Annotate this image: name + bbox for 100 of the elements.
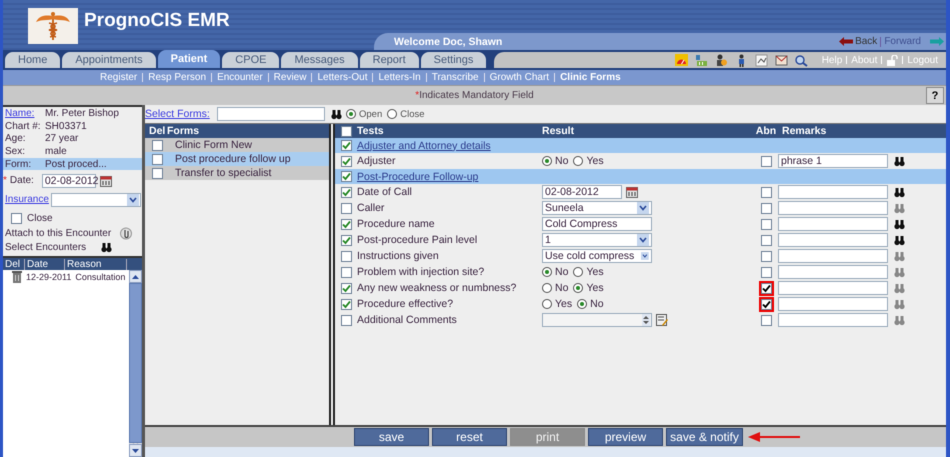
checkbox[interactable] <box>340 218 352 230</box>
binoculars-icon[interactable] <box>894 156 905 166</box>
checkbox[interactable] <box>340 171 352 182</box>
subnav-link[interactable]: Growth Chart <box>490 72 550 83</box>
checkbox[interactable] <box>760 266 772 278</box>
comment-field[interactable] <box>542 313 652 327</box>
remarks-field[interactable] <box>778 265 888 279</box>
arrow-down-icon[interactable] <box>132 448 139 452</box>
spinner-icon[interactable] <box>642 314 650 326</box>
magnifier-icon[interactable] <box>794 54 808 66</box>
checkbox[interactable] <box>760 186 772 198</box>
checkbox[interactable] <box>760 314 772 326</box>
select-forms-link[interactable]: Select Forms: <box>145 108 217 120</box>
checkbox[interactable] <box>152 140 163 150</box>
checkbox[interactable] <box>340 202 352 214</box>
radio-button[interactable] <box>542 267 552 277</box>
checkbox[interactable] <box>760 282 772 294</box>
remarks-field[interactable] <box>778 249 888 263</box>
subnav-link[interactable]: Letters-In <box>378 72 421 83</box>
paperclip-icon[interactable] <box>120 227 132 240</box>
section-link[interactable]: Adjuster and Attorney details <box>357 140 491 152</box>
section-link[interactable]: Post-Procedure Follow-up <box>357 170 478 182</box>
forward-link[interactable]: Forward <box>884 36 921 47</box>
remarks-field[interactable] <box>778 217 888 231</box>
insurance-link[interactable]: Insurance <box>5 194 51 206</box>
document-icon[interactable] <box>754 54 768 66</box>
nav-tab[interactable]: Report <box>360 52 419 68</box>
checkbox[interactable] <box>11 213 22 224</box>
subnav-link[interactable]: Clinic Forms <box>560 72 621 83</box>
subnav-link[interactable]: Letters-Out <box>317 72 368 83</box>
radio-button[interactable] <box>573 283 584 293</box>
nav-tab[interactable]: CPOE <box>222 52 280 68</box>
nav-tab[interactable]: Messages <box>281 52 358 68</box>
checkbox[interactable] <box>152 154 163 164</box>
radio-button[interactable] <box>346 109 356 119</box>
action-button[interactable]: reset <box>432 428 507 446</box>
binoculars-icon[interactable] <box>331 108 342 120</box>
person-clock-icon[interactable] <box>714 54 728 66</box>
binoculars-icon[interactable] <box>894 186 905 198</box>
notepad-icon[interactable] <box>656 314 668 326</box>
field-link[interactable]: Name: <box>5 108 45 119</box>
checkbox[interactable] <box>760 218 772 230</box>
chart-icon[interactable] <box>694 54 708 66</box>
dropdown[interactable]: Suneela <box>542 201 652 215</box>
checkbox[interactable] <box>340 140 352 151</box>
binoculars-icon[interactable] <box>894 234 905 246</box>
checkbox[interactable] <box>760 234 772 246</box>
help-button[interactable]: ? <box>926 87 944 104</box>
form-row[interactable]: Transfer to specialist <box>145 166 329 180</box>
subnav-link[interactable]: Resp Person <box>148 72 206 83</box>
radio-button[interactable] <box>387 109 398 119</box>
checkbox[interactable] <box>340 186 352 198</box>
remarks-field[interactable] <box>778 201 888 215</box>
calendar-icon[interactable] <box>626 186 638 198</box>
remarks-field[interactable] <box>778 281 888 295</box>
action-button[interactable]: save <box>354 428 429 446</box>
dropdown[interactable]: Use cold compress <box>542 249 652 263</box>
subnav-link[interactable]: Review <box>274 72 306 83</box>
scrollbar[interactable] <box>129 270 142 457</box>
radio-button[interactable] <box>542 283 552 293</box>
radio-button[interactable] <box>542 156 552 166</box>
checkbox[interactable] <box>340 298 352 310</box>
action-button[interactable]: save & notify <box>666 428 743 446</box>
subnav-link[interactable]: Register <box>100 72 138 83</box>
form-row[interactable]: Clinic Form New <box>145 138 329 152</box>
insurance-dropdown[interactable] <box>51 192 141 207</box>
back-link[interactable]: Back <box>855 36 878 47</box>
nav-tab[interactable]: Settings <box>420 52 486 68</box>
checkbox[interactable] <box>760 298 772 310</box>
checkbox[interactable] <box>152 168 163 178</box>
radio-button[interactable] <box>573 267 584 277</box>
remarks-field[interactable] <box>778 233 888 247</box>
nav-tab[interactable]: Appointments <box>62 52 156 68</box>
remarks-field[interactable] <box>778 185 888 199</box>
checkbox[interactable] <box>340 234 352 246</box>
remarks-field[interactable] <box>778 297 888 311</box>
select-forms-field[interactable] <box>217 107 325 121</box>
remarks-field[interactable] <box>778 313 888 327</box>
checkbox[interactable] <box>340 314 352 326</box>
checkbox[interactable] <box>340 126 352 136</box>
form-row[interactable]: Post procedure follow up <box>145 152 329 166</box>
text-field[interactable]: Cold Compress <box>542 217 652 231</box>
radio-button[interactable] <box>577 299 588 309</box>
envelope-icon[interactable] <box>774 54 788 66</box>
remarks-field[interactable]: phrase 1 <box>778 154 888 168</box>
calendar-icon[interactable] <box>100 174 112 187</box>
subnav-link[interactable]: Transcribe <box>432 72 479 83</box>
checkbox[interactable] <box>340 266 352 278</box>
nav-tab[interactable]: Home <box>5 52 60 68</box>
checkbox[interactable] <box>340 282 352 294</box>
back-arrow-icon[interactable] <box>839 37 854 46</box>
date-field[interactable]: 02-08-2012 <box>42 174 96 188</box>
checkbox[interactable] <box>760 250 772 262</box>
checkbox[interactable] <box>340 156 352 166</box>
checkbox[interactable] <box>760 202 772 214</box>
subnav-link[interactable]: Encounter <box>217 72 263 83</box>
binoculars-icon[interactable] <box>101 242 112 254</box>
radio-button[interactable] <box>542 299 552 309</box>
date-field[interactable]: 02-08-2012 <box>542 185 622 199</box>
nav-tab[interactable]: Patient <box>158 50 220 68</box>
